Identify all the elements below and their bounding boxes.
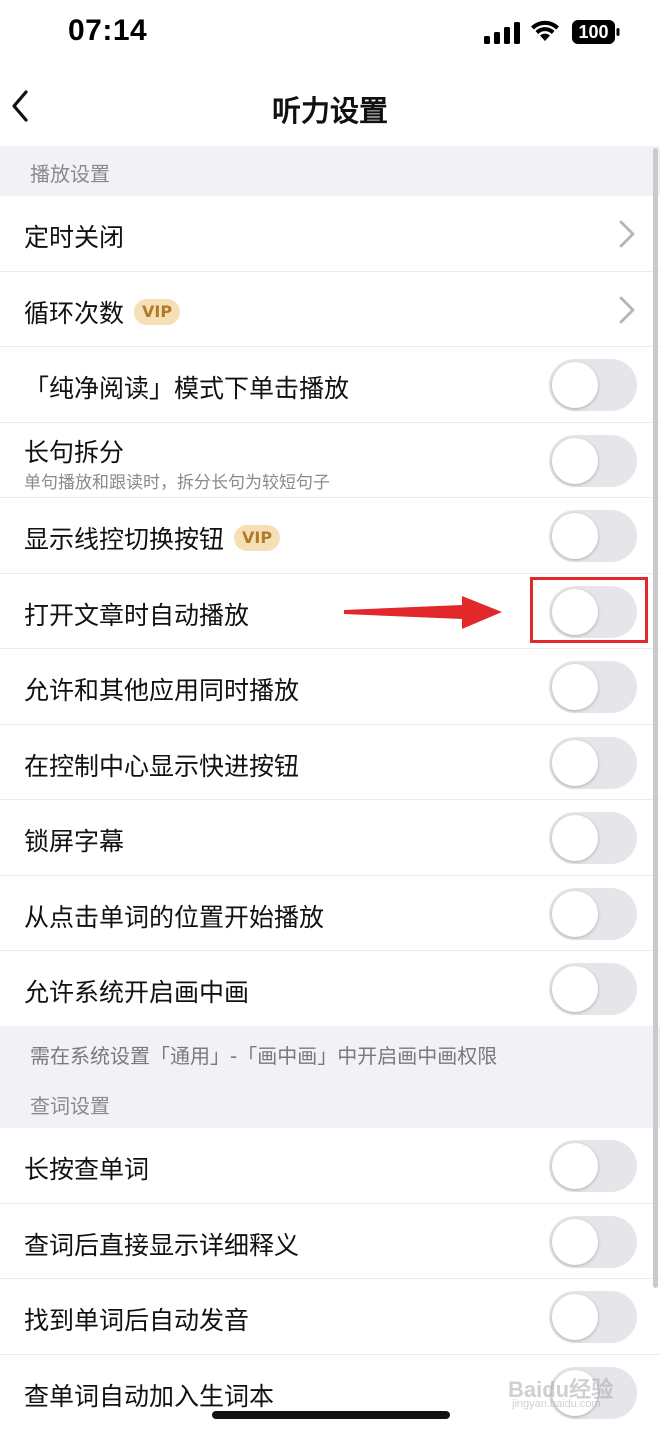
row-split-long-sentence: 长句拆分 单句播放和跟读时，拆分长句为较短句子 — [0, 423, 660, 498]
row-show-detailed-definition: 查词后直接显示详细释义 — [0, 1204, 660, 1279]
settings-content: 播放设置 定时关闭 循环次数 VIP 「纯净阅读」模式下单击播放 长句拆分 单句播… — [0, 146, 660, 1430]
status-bar: 07:14 100 — [0, 0, 660, 66]
toggle-switch[interactable] — [549, 887, 637, 940]
toggle-switch[interactable] — [549, 510, 637, 562]
toggle-knob — [552, 437, 598, 484]
toggle-knob — [552, 362, 598, 408]
scrollbar[interactable] — [653, 148, 658, 1288]
page-title: 听力设置 — [271, 94, 388, 128]
toggle-knob — [552, 890, 598, 937]
vip-badge: VIP — [234, 525, 281, 551]
toggle-switch[interactable] — [549, 812, 637, 864]
row-label: 长按查单词 — [24, 1155, 150, 1184]
row-label: 查词后直接显示详细释义 — [24, 1230, 300, 1260]
row-long-press-lookup: 长按查单词 — [0, 1128, 660, 1204]
row-subtitle: 单句播放和跟读时，拆分长句为较短句子 — [24, 472, 330, 493]
toggle-knob — [552, 815, 598, 861]
pip-permission-note: 需在系统设置「通用」-「画中画」中开启画中画权限 — [0, 1026, 660, 1078]
toggle-switch[interactable] — [549, 1140, 637, 1192]
chevron-right-icon — [619, 220, 635, 248]
toggle-switch[interactable] — [549, 434, 637, 487]
status-time: 07:14 — [68, 14, 148, 47]
toggle-knob — [552, 1294, 598, 1340]
row-picture-in-picture: 允许系统开启画中画 — [0, 951, 660, 1027]
row-label: 允许和其他应用同时播放 — [24, 676, 300, 705]
row-label: 允许系统开启画中画 — [24, 978, 250, 1007]
row-label: 长句拆分 — [24, 437, 125, 467]
section-title: 播放设置 — [30, 162, 110, 186]
wifi-icon — [531, 20, 559, 41]
row-pure-reading-tap-play: 「纯净阅读」模式下单击播放 — [0, 347, 660, 423]
battery-icon: 100 — [572, 20, 620, 44]
row-label: 显示线控切换按钮 VIP — [24, 520, 281, 556]
battery-level: 100 — [578, 22, 609, 42]
toggle-knob — [552, 513, 598, 559]
vip-badge: VIP — [134, 298, 181, 325]
toggle-switch[interactable] — [549, 661, 637, 713]
section-header-lookup: 查词设置 — [0, 1078, 660, 1128]
row-label: 查单词自动加入生词本 — [24, 1381, 275, 1411]
row-sleep-timer[interactable]: 定时关闭 — [0, 196, 660, 272]
row-control-center-fast-forward: 在控制中心显示快进按钮 — [0, 725, 660, 800]
row-mix-with-others: 允许和其他应用同时播放 — [0, 649, 660, 725]
note-text: 需在系统设置「通用」-「画中画」中开启画中画权限 — [30, 1044, 498, 1068]
row-label: 锁屏字幕 — [24, 827, 125, 856]
section-title: 查词设置 — [30, 1094, 110, 1118]
row-label: 在控制中心显示快进按钮 — [24, 751, 300, 781]
row-label: 定时关闭 — [24, 223, 125, 252]
chevron-right-icon — [619, 296, 635, 323]
toggle-switch[interactable] — [549, 359, 637, 411]
baidu-watermark: Baidu经验 jingyan.baidu.com — [508, 1372, 648, 1412]
row-label: 打开文章时自动播放 — [24, 600, 250, 630]
section-header-playback: 播放设置 — [0, 146, 660, 196]
row-label: 「纯净阅读」模式下单击播放 — [24, 374, 350, 403]
row-label: 循环次数 VIP — [24, 294, 181, 330]
row-label: 找到单词后自动发音 — [24, 1306, 250, 1335]
toggle-switch[interactable] — [549, 736, 637, 789]
row-loop-count[interactable]: 循环次数 VIP — [0, 272, 660, 347]
annotation-arrow-icon — [344, 596, 502, 629]
row-play-from-tapped-word: 从点击单词的位置开始播放 — [0, 876, 660, 951]
row-auto-pronounce: 找到单词后自动发音 — [0, 1279, 660, 1355]
toggle-knob — [552, 1218, 598, 1265]
toggle-switch[interactable] — [549, 1291, 637, 1343]
toggle-knob — [552, 966, 598, 1012]
toggle-knob — [552, 664, 598, 710]
toggle-switch[interactable] — [549, 963, 637, 1015]
cellular-signal-icon — [484, 22, 520, 44]
home-indicator[interactable] — [212, 1411, 450, 1419]
annotation-highlight-box — [530, 577, 648, 643]
toggle-switch[interactable] — [549, 1215, 637, 1268]
row-label: 从点击单词的位置开始播放 — [24, 902, 325, 932]
toggle-knob — [552, 1143, 598, 1189]
watermark-url: jingyan.baidu.com — [512, 1398, 601, 1410]
row-show-remote-switch: 显示线控切换按钮 VIP — [0, 498, 660, 574]
row-lockscreen-subtitles: 锁屏字幕 — [0, 800, 660, 876]
toggle-knob — [552, 739, 598, 786]
navigation-bar: 听力设置 — [0, 66, 660, 146]
